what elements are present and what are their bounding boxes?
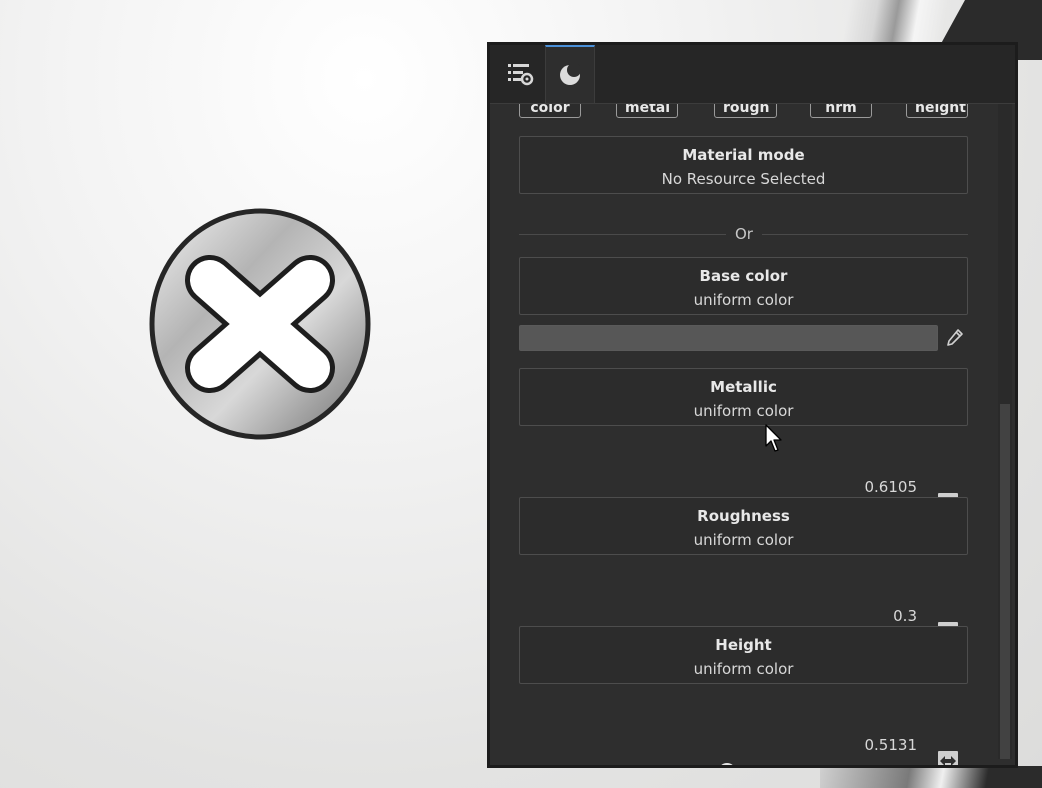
list-settings-icon <box>508 64 534 86</box>
panel-tabbar <box>490 45 1015 104</box>
material-mode-title: Material mode <box>682 146 805 164</box>
metallic-number: 0.6105 <box>864 478 918 496</box>
tab-material[interactable] <box>545 45 595 103</box>
metallic-value: uniform color <box>693 402 794 420</box>
roughness-value: uniform color <box>693 531 794 549</box>
tab-settings[interactable] <box>495 45 545 103</box>
channel-chip-metal[interactable]: metal <box>616 104 678 118</box>
eyedropper-icon[interactable] <box>943 327 965 349</box>
panel-scrollbar[interactable] <box>998 104 1012 759</box>
panel-content: color metal rough nrm height Material mo… <box>490 104 995 765</box>
roughness-title: Roughness <box>697 507 790 525</box>
height-slider-handle[interactable] <box>717 763 736 765</box>
channel-chip-nrm[interactable]: nrm <box>810 104 872 118</box>
roughness-number: 0.3 <box>893 607 917 625</box>
base-color-title: Base color <box>699 267 788 285</box>
mouse-cursor-icon <box>765 424 782 452</box>
channel-chip-color[interactable]: color <box>519 104 581 118</box>
material-mode-selector[interactable]: Material mode No Resource Selected <box>519 136 968 194</box>
base-color-value: uniform color <box>693 291 794 309</box>
height-number: 0.5131 <box>864 736 918 754</box>
close-x-icon <box>149 208 371 440</box>
metallic-selector[interactable]: Metallic uniform color <box>519 368 968 426</box>
viewport-decoration-bottom <box>820 766 1042 788</box>
base-color-swatch[interactable] <box>519 325 938 351</box>
channel-chip-rough[interactable]: rough <box>714 104 777 118</box>
height-title: Height <box>715 636 772 654</box>
height-link-icon[interactable] <box>937 750 959 765</box>
scrollbar-thumb[interactable] <box>1000 404 1010 759</box>
material-mode-value: No Resource Selected <box>661 170 826 188</box>
channel-chip-height[interactable]: height <box>906 104 968 118</box>
base-color-selector[interactable]: Base color uniform color <box>519 257 968 315</box>
roughness-selector[interactable]: Roughness uniform color <box>519 497 968 555</box>
material-sphere-icon <box>560 63 581 85</box>
height-value: uniform color <box>693 660 794 678</box>
material-properties-panel: color metal rough nrm height Material mo… <box>487 42 1018 768</box>
separator-label: Or <box>726 225 762 243</box>
height-selector[interactable]: Height uniform color <box>519 626 968 684</box>
metallic-title: Metallic <box>710 378 777 396</box>
